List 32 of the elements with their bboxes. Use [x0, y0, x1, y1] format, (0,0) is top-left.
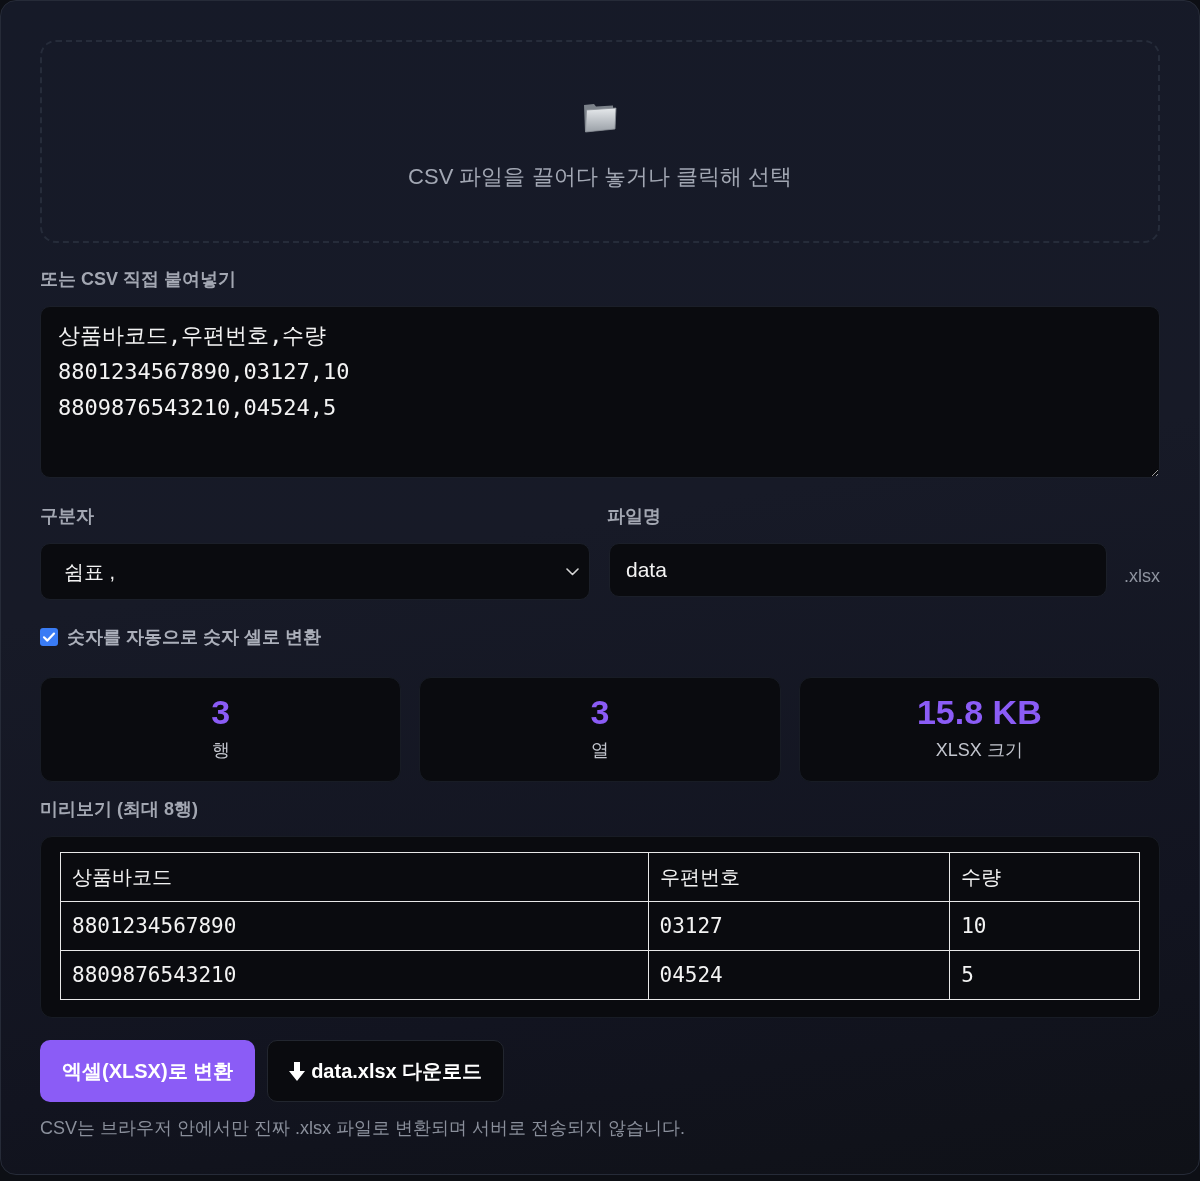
field-label: 미리보기 (최대 8행): [40, 799, 198, 819]
field-label: 구분자: [40, 506, 94, 526]
chevron-down-icon: [566, 567, 579, 576]
privacy-note: CSV는 브라우저 안에서만 진짜 .xlsx 파일로 변환되며 서버로 전송되지 않습니다.: [40, 1117, 687, 1139]
download-button[interactable]: data.xlsx 다운로드: [267, 1040, 505, 1102]
delimiter-select[interactable]: 쉼표 ,: [40, 543, 590, 600]
field-label: 또는 CSV 직접 붙여넣기: [40, 269, 236, 289]
file-drop-zone[interactable]: CSV 파일을 끌어다 놓거나 클릭해 선택: [40, 40, 1160, 243]
csv-text-area[interactable]: 상품바코드,우편번호,수량 8801234567890,03127,10 8809876543210,04524,5: [40, 306, 1160, 478]
down-arrow-icon: [289, 1061, 306, 1081]
filename-input[interactable]: data: [609, 543, 1107, 597]
table-cell: 10: [949, 901, 1140, 951]
stat-label: XLSX 크기: [935, 739, 1023, 761]
checkbox[interactable]: [40, 628, 58, 646]
convert-button[interactable]: 엑셀(XLSX)로 변환: [40, 1040, 256, 1102]
table-cell: 8801234567890: [60, 901, 648, 951]
field-label: 파일명: [607, 506, 661, 526]
table-cell: 8809876543210: [60, 950, 648, 1000]
checkbox-label: 숫자를 자동으로 숫자 셀로 변환: [67, 626, 321, 648]
table-cell: 03127: [648, 901, 950, 951]
stat-label: 열: [591, 739, 609, 761]
stat-value: 15.8 KB: [916, 693, 1042, 731]
table-cell: 5: [949, 950, 1140, 1000]
drop-zone-hint: CSV 파일을 끌어다 놓거나 클릭해 선택: [408, 163, 792, 191]
column-header: 상품바코드: [60, 852, 648, 902]
stat-label: 행: [211, 739, 230, 761]
stat-value: 3: [590, 693, 610, 731]
table-cell: 04524: [648, 950, 950, 1000]
column-header: 수량: [949, 852, 1140, 902]
file-extension-label: .xlsx: [1124, 565, 1160, 587]
stat-value: 3: [211, 693, 231, 731]
column-header: 우편번호: [648, 852, 950, 902]
